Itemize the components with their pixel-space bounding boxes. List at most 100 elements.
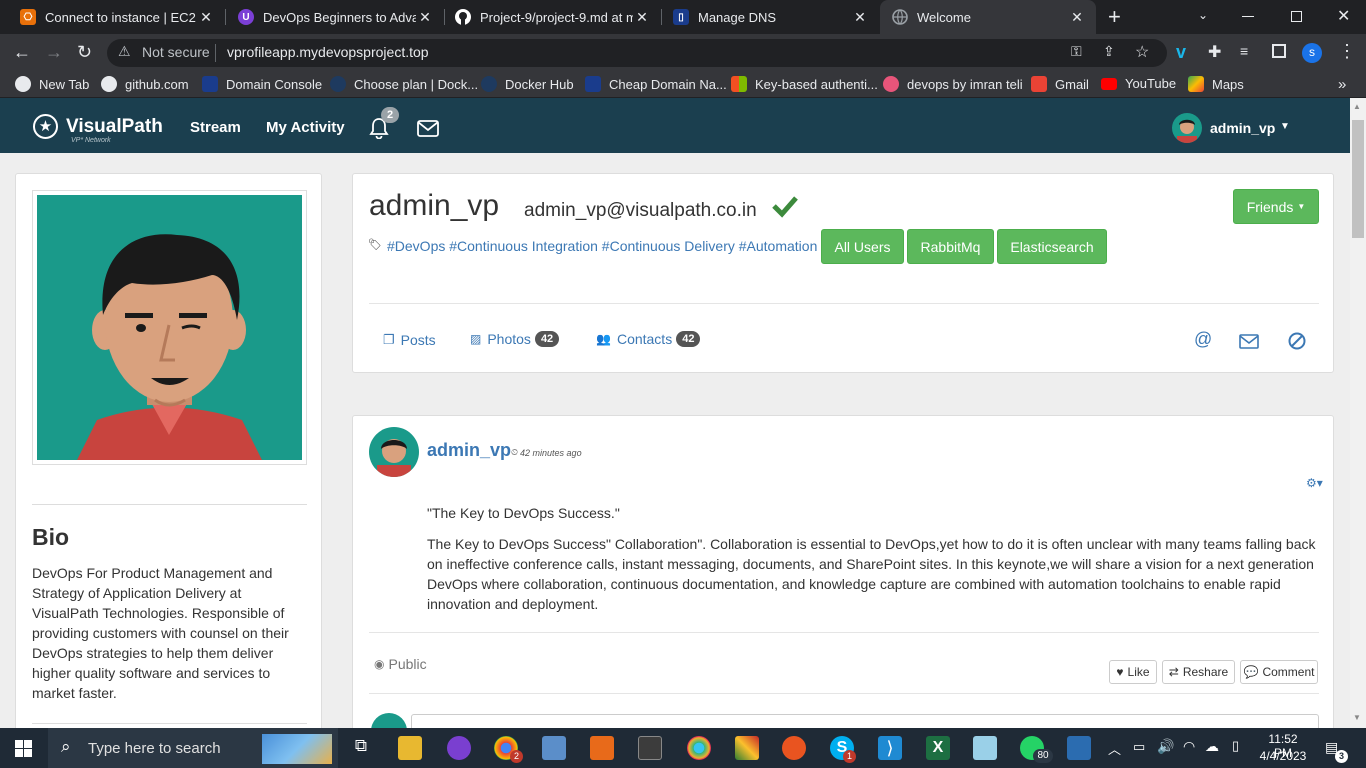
excel-icon[interactable]: X (926, 736, 950, 760)
bookmark-docker-hub[interactable]: Docker Hub (481, 76, 574, 92)
block-icon[interactable] (1288, 332, 1306, 350)
volume-icon[interactable]: 🔊 (1157, 738, 1174, 755)
elasticsearch-button[interactable]: Elasticsearch (997, 229, 1107, 264)
tab-welcome[interactable]: Welcome ✕ (880, 0, 1096, 34)
post-settings-icon[interactable]: ⚙▾ (1306, 476, 1323, 490)
tab-search-icon[interactable]: ⌄ (1198, 8, 1208, 22)
snipping-icon[interactable] (638, 736, 662, 760)
gitkraken-icon[interactable] (735, 736, 759, 760)
scrollbar-thumb[interactable] (1352, 120, 1364, 238)
close-icon[interactable]: ✕ (416, 9, 434, 26)
task-manager-icon[interactable] (542, 736, 566, 760)
bookmark-maps[interactable]: Maps (1188, 76, 1244, 92)
profile-avatar[interactable]: s (1302, 43, 1322, 63)
paint-icon[interactable] (447, 736, 471, 760)
ubuntu-icon[interactable] (782, 736, 806, 760)
clock-date[interactable]: 4/4/2023 (1258, 749, 1308, 763)
close-icon[interactable]: ✕ (1068, 9, 1086, 26)
bookmark-gmail[interactable]: Gmail (1031, 76, 1089, 92)
tab-github[interactable]: Project-9/project-9.md at ma ✕ (435, 0, 661, 34)
bookmark-key-auth[interactable]: Key-based authenti... (731, 76, 878, 92)
profile-photo[interactable] (37, 195, 302, 460)
photos-icon[interactable] (1067, 736, 1091, 760)
brand-name[interactable]: VisualPath (66, 116, 163, 138)
back-icon[interactable]: ← (13, 42, 31, 63)
close-icon[interactable]: ✕ (197, 9, 215, 26)
extensions-icon[interactable]: ✚ (1208, 42, 1221, 62)
page-scrollbar[interactable]: ▲ ▼ (1350, 98, 1366, 728)
tab-photos[interactable]: ▨ Photos 42 (470, 331, 560, 347)
file-explorer-icon[interactable] (398, 736, 422, 760)
key-icon[interactable]: ⚿ (1071, 43, 1082, 60)
notification-badge: 2 (381, 107, 399, 123)
friends-button[interactable]: Friends ▼ (1233, 189, 1319, 224)
close-icon[interactable]: ✕ (633, 9, 651, 26)
task-view-icon[interactable]: ⧉ (349, 736, 373, 760)
tab-posts[interactable]: ❐ Posts (383, 332, 436, 348)
not-secure-label: Not secure (142, 44, 210, 60)
address-bar[interactable]: ⚠ Not secure vprofileapp.mydevopsproject… (107, 39, 1167, 67)
bookmark-new-tab[interactable]: New Tab (15, 76, 89, 92)
rabbitmq-button[interactable]: RabbitMq (907, 229, 994, 264)
close-icon[interactable]: ✕ (851, 9, 869, 26)
bookmark-devops-imran[interactable]: devops by imran teli (883, 76, 1023, 92)
more-bookmarks-icon[interactable]: » (1338, 76, 1346, 93)
tray-chevron-icon[interactable]: ︿ (1108, 739, 1121, 758)
bookmark-domain-console[interactable]: Domain Console (202, 76, 322, 92)
dns-icon: ▯ (673, 9, 689, 25)
vimeo-extension-icon[interactable]: v (1176, 42, 1186, 63)
media-player-icon[interactable] (590, 736, 614, 760)
scroll-up-icon[interactable]: ▲ (1353, 102, 1361, 111)
profile-header-card: admin_vp admin_vp@visualpath.co.in Frien… (352, 173, 1334, 373)
comment-input[interactable] (411, 714, 1319, 728)
wifi-icon[interactable]: ◠ (1183, 738, 1195, 755)
post-author-avatar[interactable] (369, 427, 419, 477)
message-icon[interactable] (1239, 334, 1259, 349)
restore-icon[interactable] (1291, 11, 1302, 22)
battery-icon[interactable]: ▭ (1133, 739, 1145, 755)
nav-my-activity[interactable]: My Activity (266, 119, 345, 136)
reload-icon[interactable]: ↻ (77, 42, 92, 63)
new-tab-button[interactable]: + (1108, 4, 1121, 30)
windows-start-icon[interactable] (15, 740, 32, 757)
tab-contacts[interactable]: 👥 Contacts 42 (596, 331, 701, 347)
hashtags[interactable]: #DevOps #Continuous Integration #Continu… (387, 238, 817, 254)
tab-dns[interactable]: ▯ Manage DNS ✕ (653, 0, 879, 34)
bookmark-star-icon[interactable]: ☆ (1135, 42, 1149, 62)
minimize-icon[interactable] (1242, 16, 1254, 17)
scroll-down-icon[interactable]: ▼ (1353, 713, 1361, 722)
menu-icon[interactable]: ⋮ (1338, 41, 1356, 62)
globe-icon: ◉ (374, 657, 385, 671)
bookmark-cheap-domain[interactable]: Cheap Domain Na... (585, 76, 727, 92)
notepad-icon[interactable] (973, 736, 997, 760)
reshare-label: Reshare (1182, 665, 1229, 679)
close-window-icon[interactable]: ✕ (1337, 6, 1350, 26)
post-author[interactable]: admin_vp (427, 440, 511, 461)
vscode-icon[interactable]: ⟩ (878, 736, 902, 760)
mention-icon[interactable]: @ (1194, 329, 1212, 350)
all-users-button[interactable]: All Users (821, 229, 904, 264)
bookmark-label: New Tab (39, 76, 90, 92)
star-logo-icon[interactable]: ★ (33, 114, 58, 139)
bookmark-github[interactable]: github.com (101, 76, 189, 92)
bookmark-youtube[interactable]: YouTube (1101, 76, 1176, 91)
reshare-button[interactable]: ⇄ Reshare (1162, 660, 1235, 684)
bookmark-choose-plan[interactable]: Choose plan | Dock... (330, 76, 478, 92)
media-icon[interactable]: ≡ (1240, 43, 1248, 59)
nav-stream[interactable]: Stream (190, 119, 241, 136)
share-icon[interactable]: ⇪ (1103, 43, 1115, 60)
taskbar-search[interactable]: ⌕ Type here to search (48, 728, 338, 768)
avatar[interactable] (1172, 113, 1202, 143)
side-panel-icon[interactable] (1272, 44, 1286, 58)
envelope-icon[interactable] (417, 120, 439, 137)
onedrive-icon[interactable]: ☁ (1205, 738, 1219, 755)
tab-udemy[interactable]: U DevOps Beginners to Advanc ✕ (218, 0, 444, 34)
caret-down-icon[interactable]: ▼ (1280, 121, 1290, 132)
like-button[interactable]: ♥ Like (1109, 660, 1157, 684)
forward-icon[interactable]: → (45, 42, 63, 63)
device-icon[interactable]: ▯ (1232, 738, 1239, 754)
comment-button[interactable]: 💬 Comment (1240, 660, 1318, 684)
user-menu-name[interactable]: admin_vp (1210, 120, 1275, 136)
slack-icon[interactable] (687, 736, 711, 760)
tab-ec2[interactable]: ⎔ Connect to instance | EC2 Ma ✕ (0, 0, 225, 34)
